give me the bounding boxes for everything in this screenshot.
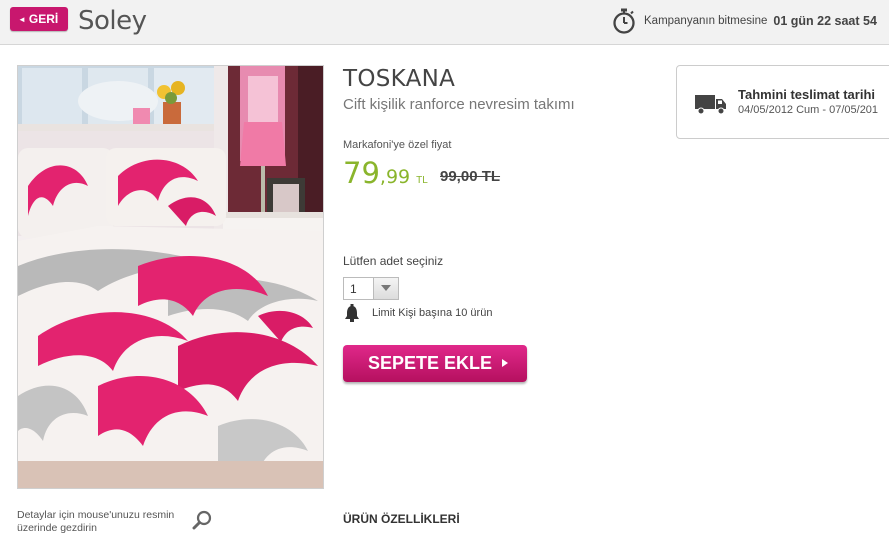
top-bar: ◄ GERİ Soley Kampanyanın bitmesine 01 gün… [0, 0, 889, 45]
zoom-hint: Detaylar için mouse'unuzu resmin üzerind… [17, 509, 175, 534]
campaign-timer: Kampanyanın bitmesine 01 gün 22 saat 54 [612, 7, 877, 35]
bedding-photo [18, 66, 323, 488]
back-button-label: GERİ [28, 12, 59, 26]
price-label: Markafoni'ye özel fiyat [343, 139, 452, 151]
sale-price: 79,99 TL [343, 156, 428, 190]
back-arrow-icon: ◄ [18, 15, 26, 24]
purchase-limit: Limit Kişi başına 10 ürün [344, 304, 492, 322]
old-price: 99,00 TL [440, 168, 501, 185]
add-to-cart-label: SEPETE EKLE [368, 353, 493, 373]
delivery-info: Tahmini teslimat tarihi 04/05/2012 Cum -… [676, 65, 889, 139]
bell-icon [345, 304, 359, 322]
features-heading: ÜRÜN ÖZELLİKLERİ [343, 512, 460, 526]
delivery-title: Tahmini teslimat tarihi [738, 87, 876, 102]
back-button[interactable]: ◄ GERİ [10, 7, 69, 31]
price-decimal: ,99 [379, 166, 411, 188]
limit-text: Limit Kişi başına 10 ürün [372, 307, 493, 319]
quantity-value: 1 [350, 282, 357, 296]
quantity-label: Lütfen adet seçiniz [343, 254, 444, 268]
chevron-down-icon [381, 285, 391, 291]
brand-name: Soley [78, 6, 147, 36]
search-icon[interactable] [192, 510, 212, 530]
product-title: TOSKANA [343, 66, 456, 92]
price-integer: 79 [343, 156, 380, 190]
product-subtitle: Cift kişilik ranforce nevresim takımı [343, 96, 575, 113]
quantity-select[interactable]: 1 [343, 277, 399, 300]
stopwatch-icon [613, 8, 635, 34]
delivery-dates: 04/05/2012 Cum - 07/05/201 [738, 104, 879, 116]
price-currency: TL [416, 175, 428, 186]
campaign-label: Kampanyanın bitmesine [644, 15, 768, 27]
quantity-dropdown-button[interactable] [373, 278, 398, 299]
truck-icon [695, 95, 726, 115]
product-image[interactable] [17, 65, 324, 489]
add-to-cart-button[interactable]: SEPETE EKLE [343, 345, 527, 382]
arrow-right-icon [502, 359, 508, 367]
campaign-remaining: 01 gün 22 saat 54 [773, 14, 877, 28]
